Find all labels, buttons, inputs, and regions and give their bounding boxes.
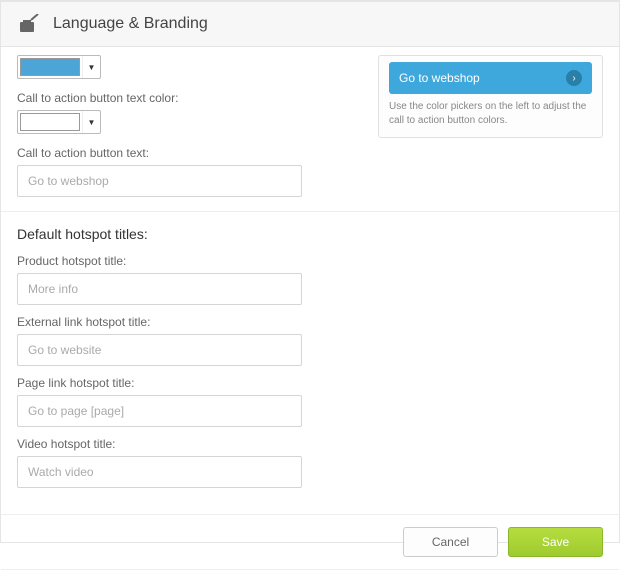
cta-bg-color-picker[interactable]: ▼ [17, 55, 101, 79]
product-hotspot-label: Product hotspot title: [17, 254, 603, 268]
cta-preview-button[interactable]: Go to webshop › [389, 62, 592, 94]
video-hotspot-label: Video hotspot title: [17, 437, 603, 451]
external-hotspot-label: External link hotspot title: [17, 315, 603, 329]
color-swatch [20, 113, 80, 131]
chevron-right-icon: › [566, 70, 582, 86]
form-left-column: ▼ Call to action button text color: ▼ Ca… [17, 55, 378, 197]
cta-text-color-label: Call to action button text color: [17, 91, 358, 105]
preview-help-text: Use the color pickers on the left to adj… [389, 100, 592, 127]
video-hotspot-input[interactable] [17, 456, 302, 488]
preview-button-label: Go to webshop [399, 71, 480, 85]
cta-preview-box: Go to webshop › Use the color pickers on… [378, 55, 603, 138]
hotspot-heading: Default hotspot titles: [17, 226, 603, 242]
page-hotspot-input[interactable] [17, 395, 302, 427]
color-swatch [20, 58, 80, 76]
cta-text-color-picker[interactable]: ▼ [17, 110, 101, 134]
external-hotspot-input[interactable] [17, 334, 302, 366]
page-title: Language & Branding [53, 15, 208, 33]
save-button[interactable]: Save [508, 527, 603, 557]
cancel-button[interactable]: Cancel [403, 527, 498, 557]
page-hotspot-label: Page link hotspot title: [17, 376, 603, 390]
cta-text-label: Call to action button text: [17, 146, 358, 160]
chevron-down-icon: ▼ [82, 56, 100, 78]
hotspot-section: Default hotspot titles: Product hotspot … [1, 212, 619, 515]
chevron-down-icon: ▼ [82, 111, 100, 133]
cta-text-input[interactable] [17, 165, 302, 197]
page-header: Language & Branding [1, 1, 619, 47]
briefcase-pencil-icon [19, 14, 41, 34]
product-hotspot-input[interactable] [17, 273, 302, 305]
